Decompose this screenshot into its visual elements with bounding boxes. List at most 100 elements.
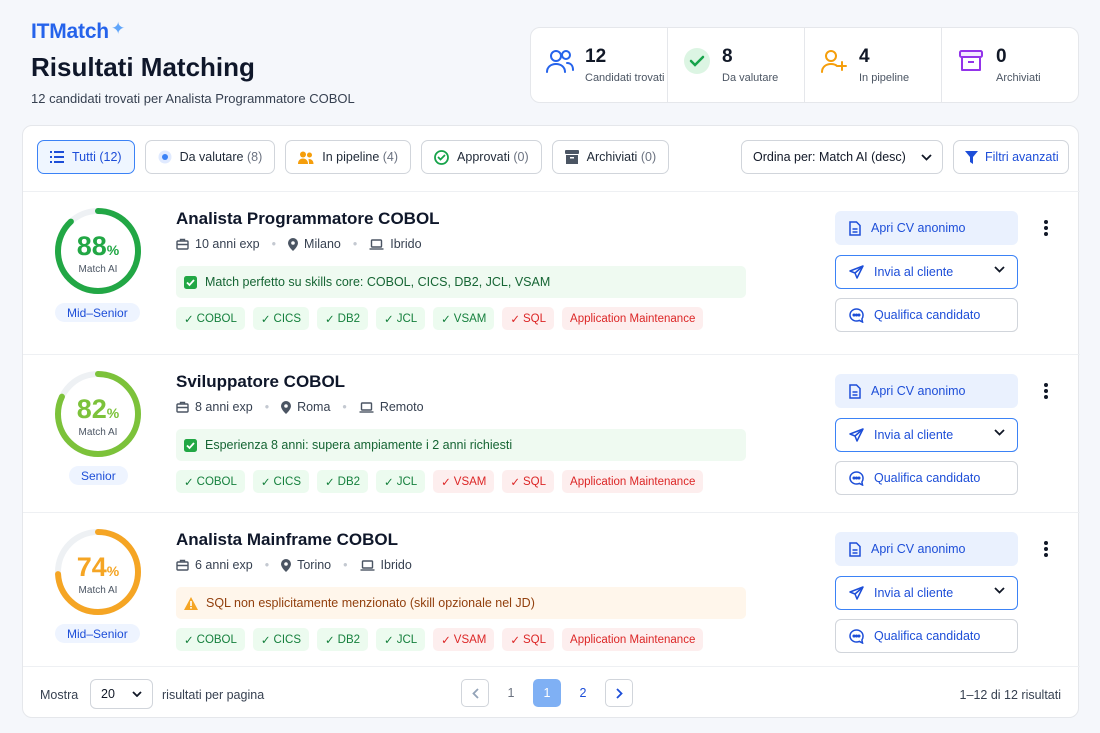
match-insight: Esperienza 8 anni: supera ampiamente i 2… (176, 429, 746, 461)
qualify-candidate-label: Qualifica candidato (874, 471, 981, 485)
send-to-client-button[interactable]: Invia al cliente (835, 576, 1018, 610)
open-cv-label: Apri CV anonimo (871, 384, 966, 398)
advanced-filters-button[interactable]: Filtri avanzati (953, 140, 1069, 174)
tab-label: Archiviati (0) (586, 150, 657, 164)
candidate-title[interactable]: Sviluppatore COBOL (176, 372, 345, 392)
separator-dot: • (264, 558, 270, 572)
chevron-down-icon[interactable] (994, 429, 1005, 436)
qualify-candidate-button[interactable]: Qualifica candidato (835, 461, 1018, 495)
send-to-client-button[interactable]: Invia al cliente (835, 418, 1018, 452)
skill-tag: ✓ JCL (376, 470, 426, 493)
skill-tag: ✓ JCL (376, 307, 426, 330)
skill-tag: ✓ SQL (502, 628, 555, 651)
tab-label: Da valutare (8) (179, 150, 263, 164)
archive-icon (956, 46, 986, 76)
tab-label: Approvati (0) (457, 150, 529, 164)
stat-label: In pipeline (859, 72, 910, 84)
open-cv-button[interactable]: Apri CV anonimo (835, 532, 1018, 566)
results-panel: Tutti (12) Da valutare (8) In pipeline (… (22, 125, 1080, 718)
tab-label: Tutti (12) (72, 150, 122, 164)
laptop-icon (359, 401, 374, 413)
chevron-left-icon (471, 687, 479, 699)
prev-page-button[interactable] (461, 679, 489, 707)
archive-icon (564, 150, 579, 164)
advanced-filters-label: Filtri avanzati (985, 150, 1059, 164)
sort-dropdown[interactable]: Ordina per: Match AI (desc) (741, 140, 943, 174)
tab-archiviati[interactable]: Archiviati (0) (551, 140, 670, 174)
brand-name: ITMatch (31, 20, 109, 43)
page-size-select[interactable]: 20 (90, 679, 153, 709)
per-page-label: risultati per pagina (162, 688, 265, 702)
page-size-value: 20 (101, 687, 115, 701)
check-icon: ✓ (260, 634, 271, 647)
more-options-icon[interactable] (1039, 539, 1053, 559)
location-pin-icon (288, 237, 299, 251)
match-score: 82% (76, 394, 120, 424)
sort-label: Ordina per: Match AI (desc) (753, 150, 906, 164)
skill-tag: ✓ DB2 (317, 470, 369, 493)
send-to-client-button[interactable]: Invia al cliente (835, 255, 1018, 289)
check-icon: ✓ (441, 313, 451, 326)
qualify-candidate-button[interactable]: Qualifica candidato (835, 619, 1018, 653)
separator-dot: • (271, 237, 277, 251)
pager: 1 1 2 (461, 679, 633, 707)
match-insight: SQL non esplicitamente menzionato (skill… (176, 587, 746, 619)
match-score-label: Match AI (78, 264, 118, 275)
candidate-card: 82% Match AI Senior Sviluppatore COBOL 8… (23, 354, 1080, 511)
send-to-client-label: Invia al cliente (874, 428, 954, 442)
check-icon: ✓ (510, 313, 521, 326)
qualify-candidate-button[interactable]: Qualifica candidato (835, 298, 1018, 332)
skill-tag: ✓ COBOL (176, 470, 245, 493)
match-insight: Match perfetto su skills core: COBOL, CI… (176, 266, 746, 298)
chat-bubble-icon (849, 628, 864, 644)
seniority-badge: Senior (69, 466, 128, 485)
more-options-icon[interactable] (1039, 218, 1053, 238)
stat-value: 12 (585, 46, 607, 67)
open-cv-button[interactable]: Apri CV anonimo (835, 374, 1018, 408)
laptop-icon (369, 238, 384, 250)
send-icon (849, 428, 864, 442)
brand-logo[interactable]: ITMatch ✦ (31, 19, 125, 44)
open-cv-button[interactable]: Apri CV anonimo (835, 211, 1018, 245)
candidate-title[interactable]: Analista Programmatore COBOL (176, 209, 440, 229)
chevron-down-icon[interactable] (994, 587, 1005, 594)
results-range: 1–12 di 12 risultati (959, 688, 1061, 702)
briefcase-icon (176, 401, 189, 413)
stat-value: 0 (996, 46, 1007, 67)
page-2-link[interactable]: 2 (569, 679, 597, 707)
chat-bubble-icon (849, 307, 864, 323)
candidate-title[interactable]: Analista Mainframe COBOL (176, 530, 398, 550)
skill-tag: Application Maintenance (562, 307, 704, 330)
send-icon (849, 586, 864, 600)
page-current[interactable]: 1 (533, 679, 561, 707)
tab-tutti[interactable]: Tutti (12) (37, 140, 135, 174)
skill-tag: ✓ SQL (502, 470, 555, 493)
next-page-button[interactable] (605, 679, 633, 707)
separator-dot: • (264, 400, 270, 414)
tab-da-valutare[interactable]: Da valutare (8) (144, 140, 276, 174)
check-icon: ✓ (260, 476, 271, 489)
page-1-link[interactable]: 1 (497, 679, 525, 707)
page-subtitle: 12 candidati trovati per Analista Progra… (31, 91, 355, 106)
match-score-label: Match AI (78, 427, 118, 438)
tab-in-pipeline[interactable]: In pipeline (4) (285, 140, 412, 174)
location: Torino (297, 558, 332, 572)
check-icon: ✓ (510, 476, 521, 489)
more-options-icon[interactable] (1039, 381, 1053, 401)
seniority-badge: Mid–Senior (55, 303, 140, 322)
check-icon: ✓ (184, 634, 194, 647)
show-label: Mostra (40, 688, 79, 702)
page-title: Risultati Matching (31, 52, 255, 82)
experience: 8 anni exp (195, 400, 253, 414)
open-cv-label: Apri CV anonimo (871, 542, 966, 556)
stat-value: 8 (722, 46, 733, 67)
candidate-card: 88% Match AI Mid–Senior Analista Program… (23, 191, 1080, 348)
eye-circle-icon (158, 150, 172, 164)
skill-tag: ✓ VSAM (433, 628, 495, 651)
check-icon: ✓ (441, 476, 451, 489)
laptop-icon (360, 559, 375, 571)
user-plus-icon (819, 46, 849, 76)
tab-approvati[interactable]: Approvati (0) (421, 140, 542, 174)
match-score-gauge: 82% Match AI (53, 369, 143, 459)
chevron-down-icon[interactable] (994, 266, 1005, 273)
